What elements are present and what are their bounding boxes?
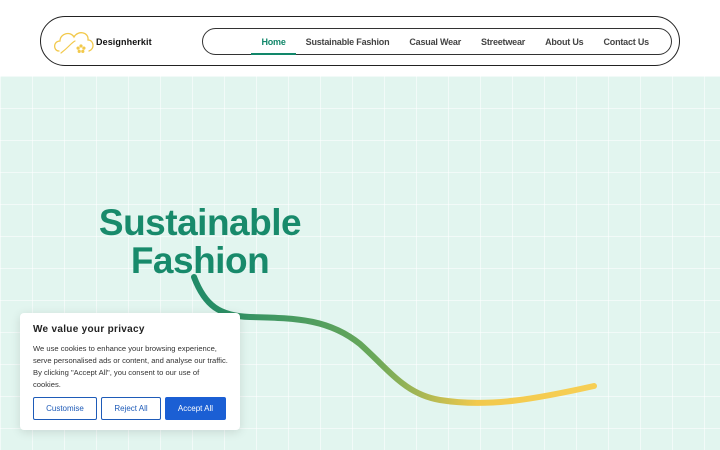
nav-item-contact-us[interactable]: Contact Us	[593, 29, 659, 54]
nav-item-casual-wear[interactable]: Casual Wear	[399, 29, 471, 54]
customise-button[interactable]: Customise	[33, 397, 97, 420]
main-nav-container: Home Sustainable Fashion Casual Wear Str…	[202, 28, 672, 55]
hero-title-line2: Fashion	[130, 240, 270, 281]
nav-item-about-us[interactable]: About Us	[535, 29, 593, 54]
reject-all-button[interactable]: Reject All	[101, 397, 161, 420]
nav-item-streetwear[interactable]: Streetwear	[471, 29, 535, 54]
cookie-text: We use cookies to enhance your browsing …	[33, 344, 228, 389]
header-container: Designherkit Home Sustainable Fashion Ca…	[40, 16, 680, 66]
site-header: Designherkit Home Sustainable Fashion Ca…	[0, 0, 720, 76]
main-nav: Home Sustainable Fashion Casual Wear Str…	[251, 29, 659, 55]
nav-item-home[interactable]: Home	[251, 29, 296, 55]
hero-title: Sustainable Fashion	[60, 204, 340, 280]
hero-title-line1: Sustainable	[98, 202, 302, 243]
cookie-actions: Customise Reject All Accept All	[33, 397, 226, 420]
brand-name: Designherkit	[96, 37, 152, 47]
logo-cloud-flower-icon	[53, 32, 94, 54]
accept-all-button[interactable]: Accept All	[165, 397, 226, 420]
brand-logo[interactable]: Designherkit	[51, 25, 152, 59]
cookie-title: We value your privacy	[33, 324, 145, 335]
nav-item-sustainable-fashion[interactable]: Sustainable Fashion	[296, 29, 400, 54]
cookie-consent-banner: We value your privacy We use cookies to …	[20, 313, 240, 430]
